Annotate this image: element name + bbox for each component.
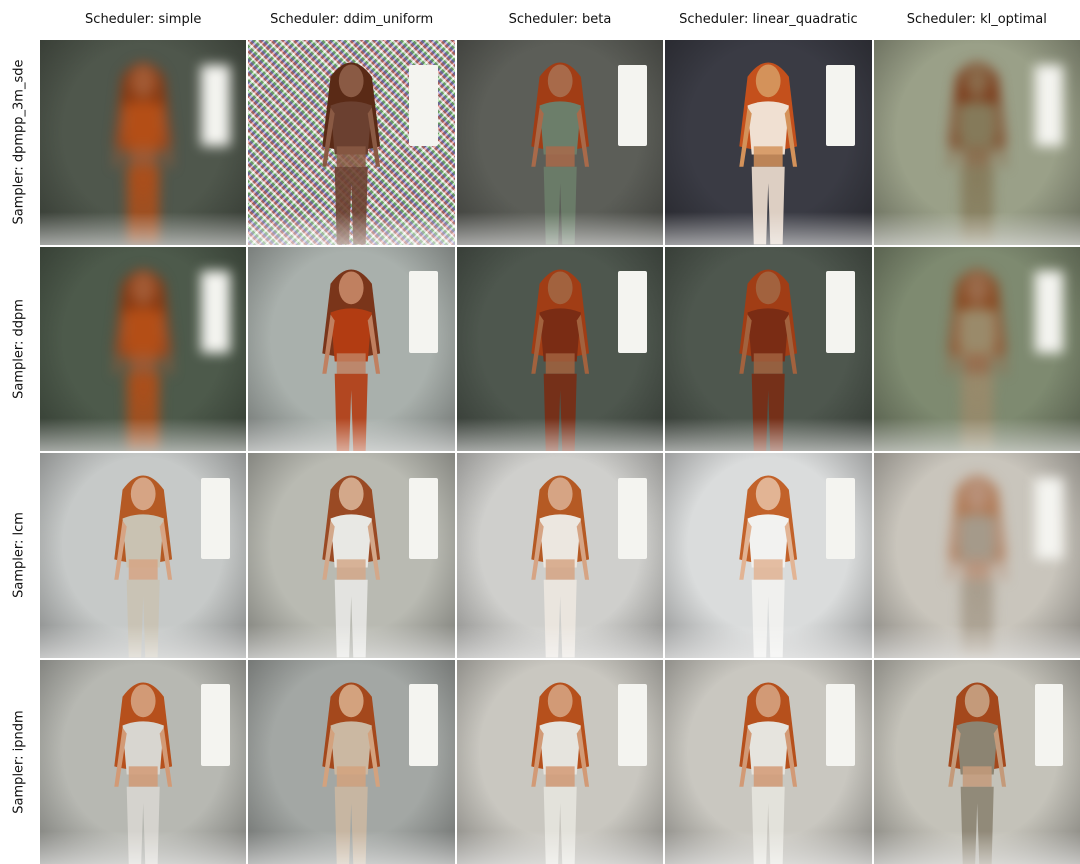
floor-light [873,418,1080,451]
generated-image [456,453,664,658]
row-header: Sampler: lcm [0,453,38,658]
row-header: Sampler: ipndm [0,660,38,864]
row-header: Sampler: ddpm [0,247,38,452]
column-header: Scheduler: beta [508,11,612,27]
generated-image [456,40,664,245]
floor-light [248,418,455,451]
generated-image [248,659,455,864]
row-header: Sampler: dpmpp_3m_sde [0,40,38,245]
floor-light [456,418,664,451]
generated-image [873,40,1080,245]
row-label: Sampler: lcm [11,512,27,599]
corner-spacer [0,0,38,38]
floor-light [456,831,664,864]
column-header: Scheduler: kl_optimal [906,11,1047,27]
row-label: Sampler: dpmpp_3m_sde [11,59,27,225]
floor-light [665,211,872,245]
generated-image [248,246,455,451]
floor-light [456,211,664,245]
generated-image [873,246,1080,451]
floor-light [40,418,247,451]
generated-image [40,659,247,864]
floor-light [665,418,872,451]
generated-image [665,659,872,864]
generated-image [873,659,1080,864]
generated-image [40,246,247,451]
column-header: Scheduler: simple [85,11,202,27]
floor-light [40,624,247,658]
image-grid: Scheduler: simple Scheduler: ddim_uniform… [0,0,1080,864]
generated-image [456,659,664,864]
floor-light [873,831,1080,864]
floor-light [40,831,247,864]
generated-image [873,453,1080,658]
row-label: Sampler: ddpm [11,298,27,399]
floor-light [248,624,455,658]
floor-light [873,211,1080,245]
column-header: Scheduler: ddim_uniform [270,11,434,27]
floor-light [456,624,664,658]
generated-image [665,453,872,658]
generated-image [40,453,247,658]
floor-light [248,211,455,245]
generated-image [248,40,455,245]
floor-light [665,831,872,864]
floor-light [248,831,455,864]
generated-image [456,246,664,451]
generated-image [248,453,455,658]
generated-image [665,40,872,245]
floor-light [665,624,872,658]
floor-light [873,624,1080,658]
row-label: Sampler: ipndm [11,710,27,814]
generated-image [665,246,872,451]
generated-image [40,40,247,245]
column-header: Scheduler: linear_quadratic [679,11,858,27]
floor-light [40,211,247,245]
